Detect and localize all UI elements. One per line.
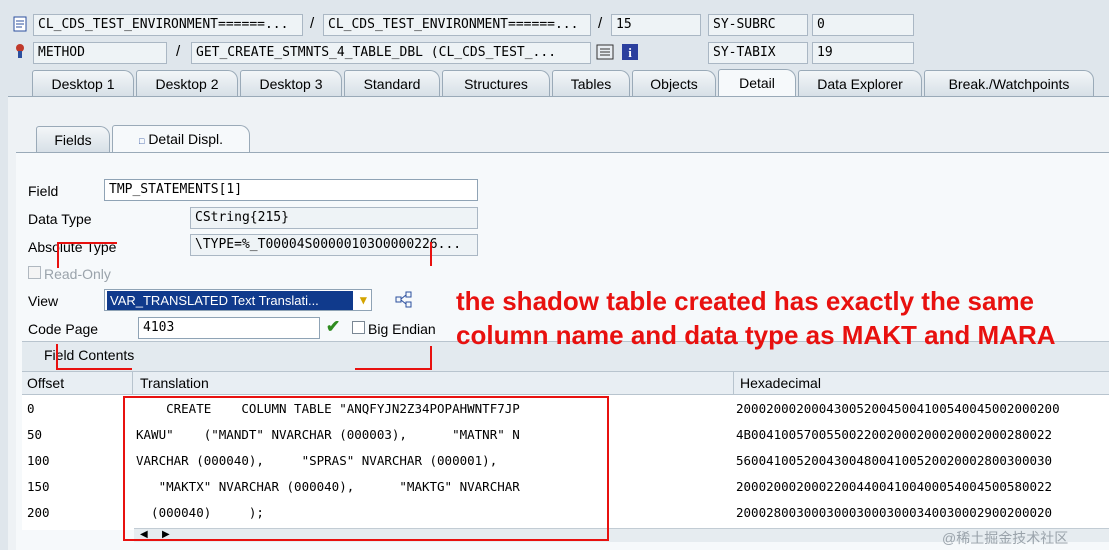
network-icon[interactable] <box>394 290 414 310</box>
offset-cell: 200 <box>27 505 50 520</box>
col-hex-header[interactable]: Hexadecimal <box>740 375 821 391</box>
hex-cell: 2000280030003000300030003400300029002000… <box>736 505 1053 520</box>
codepage-input[interactable]: 4103 <box>138 317 320 339</box>
chevron-down-icon[interactable]: ▼ <box>360 292 367 308</box>
tab-desktop-1[interactable]: Desktop 1 <box>32 70 134 96</box>
sysvar-value-2: 19 <box>812 42 914 64</box>
field-label: Field <box>28 183 59 199</box>
separator: / <box>310 15 315 32</box>
hex-cell: 2000200020002200440041004000540045005800… <box>736 479 1053 494</box>
tab-tables[interactable]: Tables <box>552 70 630 96</box>
type-field[interactable]: METHOD <box>33 42 167 64</box>
separator: / <box>176 43 181 60</box>
tab-desktop-3[interactable]: Desktop 3 <box>240 70 342 96</box>
subtab-detail-display[interactable]: □ Detail Displ. <box>112 125 250 153</box>
offset-cell: 150 <box>27 479 50 494</box>
codepage-label: Code Page <box>28 321 99 337</box>
hex-cell: 4B00410057005500220020002000200020002800… <box>736 427 1053 442</box>
annotation-mark <box>430 242 432 266</box>
subtab-label: Detail Displ. <box>148 131 224 147</box>
view-dropdown[interactable]: VAR_TRANSLATED Text Translati... ▼ <box>104 289 372 311</box>
method-icon <box>12 43 28 59</box>
annotation-mark <box>355 368 432 370</box>
line-field[interactable]: 15 <box>611 14 701 36</box>
program-icon <box>12 16 28 32</box>
subtab-fields[interactable]: Fields <box>36 126 110 152</box>
tab-standard[interactable]: Standard <box>344 70 440 96</box>
check-icon[interactable]: ✔ <box>326 317 340 337</box>
program-field[interactable]: CL_CDS_TEST_ENVIRONMENT======... <box>33 14 303 36</box>
datatype-label: Data Type <box>28 211 92 227</box>
watermark: @稀土掘金技术社区 <box>942 530 1069 546</box>
annotation-mark <box>56 368 132 370</box>
annotation-mark <box>430 346 432 370</box>
sysvar-name-1: SY-SUBRC <box>708 14 808 36</box>
view-label: View <box>28 293 59 309</box>
col-divider <box>132 371 133 395</box>
tab-break-watchpoints[interactable]: Break./Watchpoints <box>924 70 1094 96</box>
hex-cell: 5600410052004300480041005200200028003000… <box>736 453 1053 468</box>
sysvar-name-2: SY-TABIX <box>708 42 808 64</box>
navigate-icon[interactable] <box>596 43 614 61</box>
readonly-checkbox[interactable] <box>28 266 41 279</box>
col-divider <box>733 371 734 395</box>
abstype-input: \TYPE=%_T00004S00000103O0000226... <box>190 234 478 256</box>
annotation-mark <box>57 242 117 244</box>
hex-cell: 2000200020004300520045004100540045002000… <box>736 401 1060 416</box>
svg-text:i: i <box>628 45 632 60</box>
info-icon[interactable]: i <box>621 43 639 61</box>
annotation-mark <box>57 242 59 268</box>
tab-objects[interactable]: Objects <box>632 70 716 96</box>
sysvar-value-1: 0 <box>812 14 914 36</box>
tab-structures[interactable]: Structures <box>442 70 550 96</box>
main-tabbar: Desktop 1 Desktop 2 Desktop 3 Standard S… <box>0 69 1109 97</box>
col-translation-header[interactable]: Translation <box>140 375 209 391</box>
offset-cell: 50 <box>27 427 43 442</box>
col-offset-header[interactable]: Offset <box>27 375 64 391</box>
datatype-input: CString{215} <box>190 207 478 229</box>
field-input[interactable]: TMP_STATEMENTS[1] <box>104 179 478 201</box>
method-field[interactable]: GET_CREATE_STMNTS_4_TABLE_DBL (CL_CDS_TE… <box>191 42 591 64</box>
annotation-box <box>123 396 609 541</box>
tab-detail[interactable]: Detail <box>718 69 796 97</box>
bigendian-label: Big Endian <box>368 321 436 337</box>
bigendian-checkbox[interactable] <box>352 321 365 334</box>
annotation-mark <box>56 344 58 370</box>
include-field[interactable]: CL_CDS_TEST_ENVIRONMENT======... <box>323 14 591 36</box>
offset-cell: 100 <box>27 453 50 468</box>
annotation-text: the shadow table created has exactly the… <box>456 286 1056 350</box>
separator: / <box>598 15 603 32</box>
tab-data-explorer[interactable]: Data Explorer <box>798 70 922 96</box>
view-value: VAR_TRANSLATED Text Translati... <box>107 291 353 310</box>
tab-desktop-2[interactable]: Desktop 2 <box>136 70 238 96</box>
bullet-icon: □ <box>138 136 145 146</box>
readonly-label: Read-Only <box>44 266 111 282</box>
offset-cell: 0 <box>27 401 35 416</box>
